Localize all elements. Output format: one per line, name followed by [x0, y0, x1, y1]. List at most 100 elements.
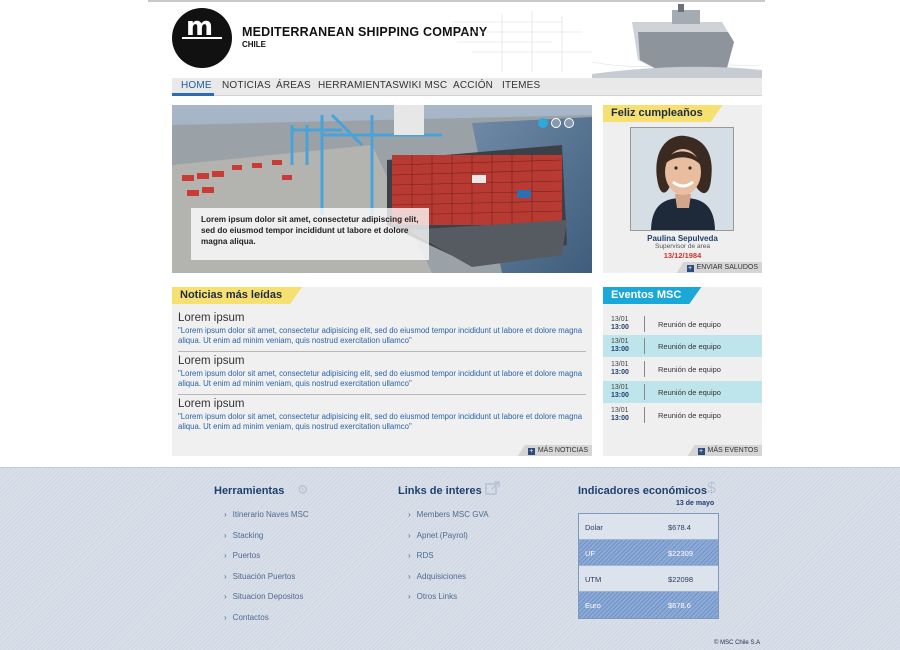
news-item-text: "Lorem ipsum dolor sit amet, consectetur…	[178, 369, 583, 388]
main-nav: HOME NOTICIAS ÁREAS HERRAMIENTAS WIKI MS…	[172, 78, 762, 96]
nav-itemes[interactable]: ITEMES	[502, 80, 540, 91]
indicator-row: UTM $22098	[579, 566, 718, 592]
nav-herramientas[interactable]: HERRAMIENTAS	[318, 80, 399, 91]
event-date: 13/01 13:00	[611, 316, 629, 331]
nav-wiki[interactable]: WIKI MSC	[399, 80, 447, 91]
hero-slider[interactable]: Lorem ipsum dolor sit amet, consectetur …	[172, 105, 592, 273]
more-news-label: MÁS NOTICIAS	[537, 447, 588, 454]
indicator-value: $678.6	[668, 601, 691, 610]
news-item-text: "Lorem ipsum dolor sit amet, consectetur…	[178, 326, 583, 345]
slider-dot-2[interactable]	[551, 118, 561, 128]
slider-dots	[535, 115, 574, 133]
event-title: Reunión de equipo	[658, 320, 721, 329]
indicator-value: $22309	[668, 549, 694, 558]
event-title: Reunión de equipo	[658, 365, 721, 374]
more-events-label: MÁS EVENTOS	[707, 447, 758, 454]
main-container: m MEDITERRANEAN SHIPPING COMPANY CHILE H…	[172, 0, 762, 467]
news-item-title[interactable]: Lorem ipsum	[178, 398, 586, 410]
ship-illustration	[442, 2, 762, 78]
news-panel: Noticias más leídas Lorem ipsum "Lorem i…	[172, 287, 592, 456]
tools-link[interactable]: Puertos	[224, 551, 261, 560]
send-greetings-button[interactable]: + ENVIAR SALUDOS	[676, 262, 762, 273]
event-row[interactable]: 13/01 13:00 Reunión de equipo	[603, 358, 762, 380]
event-date: 13/01 13:00	[611, 407, 629, 422]
more-events-button[interactable]: + MÁS EVENTOS	[687, 445, 762, 456]
plus-icon: +	[686, 265, 694, 272]
indicators-date: 13 de mayo	[676, 500, 715, 507]
event-date: 13/01 13:00	[611, 361, 629, 376]
interest-link[interactable]: Otros Links	[408, 592, 457, 601]
news-item[interactable]: Lorem ipsum "Lorem ipsum dolor sit amet,…	[178, 398, 586, 432]
nav-areas[interactable]: ÁREAS	[276, 80, 311, 91]
event-row[interactable]: 13/01 13:00 Reunión de equipo	[603, 381, 762, 403]
tools-link[interactable]: Situación Puertos	[224, 572, 296, 581]
copyright: © MSC Chile S.A	[714, 640, 761, 646]
indicator-name: Dolar	[585, 523, 603, 532]
divider	[644, 407, 645, 423]
news-title: Noticias más leídas	[172, 287, 302, 304]
tools-link[interactable]: Itinerario Naves MSC	[224, 510, 309, 519]
tools-title: Herramientas	[214, 485, 285, 497]
nav-home[interactable]: HOME	[181, 80, 212, 91]
event-title: Reunión de equipo	[658, 388, 721, 397]
event-row[interactable]: 13/01 13:00 Reunión de equipo	[603, 404, 762, 426]
interest-link[interactable]: Apnet (Payrol)	[408, 531, 468, 540]
slider-dot-1[interactable]	[538, 118, 548, 128]
plus-icon: +	[697, 448, 705, 455]
tools-link[interactable]: Stacking	[224, 531, 264, 540]
slider-dot-3[interactable]	[564, 118, 574, 128]
news-item-title[interactable]: Lorem ipsum	[178, 355, 586, 367]
interest-link[interactable]: RDS	[408, 551, 434, 560]
tools-link[interactable]: Contactos	[224, 613, 269, 622]
news-item-text: "Lorem ipsum dolor sit amet, consectetur…	[178, 412, 583, 431]
indicator-row: Euro $678.6	[579, 592, 718, 618]
dollar-icon: $	[707, 480, 716, 497]
site-footer: Herramientas ⚙ Itinerario Naves MSC Stac…	[0, 467, 900, 650]
birthday-role: Supervisor de area	[655, 243, 710, 250]
news-item[interactable]: Lorem ipsum "Lorem ipsum dolor sit amet,…	[178, 355, 586, 389]
birthday-date: 13/12/1984	[663, 251, 702, 260]
birthday-photo	[630, 127, 734, 231]
interest-link[interactable]: Adquisiciones	[408, 572, 466, 581]
divider	[178, 394, 586, 395]
event-title: Reunión de equipo	[658, 411, 721, 420]
event-row[interactable]: 13/01 13:00 Reunión de equipo	[603, 313, 762, 335]
events-title: Eventos MSC	[603, 287, 701, 304]
send-greetings-label: ENVIAR SALUDOS	[696, 264, 758, 271]
birthday-panel: Feliz cumpleaños Paulina Sepulveda Super…	[603, 105, 762, 273]
divider	[178, 351, 586, 352]
more-news-button[interactable]: + MÁS NOTICIAS	[517, 445, 592, 456]
nav-accion[interactable]: ACCIÓN	[453, 80, 493, 91]
tools-link[interactable]: Situacion Depositos	[224, 592, 304, 601]
indicator-value: $22098	[668, 575, 694, 584]
indicators-table: Dolar $678.4 UF $22309 UTM $22098 Euro $…	[578, 513, 719, 619]
divider	[644, 338, 645, 354]
indicator-row: Dolar $678.4	[579, 514, 718, 540]
links-title: Links de interes	[398, 485, 482, 497]
divider	[644, 361, 645, 377]
event-date: 13/01 13:00	[611, 384, 629, 399]
site-header: m MEDITERRANEAN SHIPPING COMPANY CHILE	[172, 2, 762, 78]
event-date: 13/01 13:00	[611, 338, 629, 353]
indicator-name: Euro	[585, 601, 601, 610]
msc-logo[interactable]: m	[172, 8, 232, 68]
events-panel: Eventos MSC 13/01 13:00 Reunión de equipo…	[603, 287, 762, 456]
company-country: CHILE	[242, 40, 266, 49]
birthday-name: Paulina Sepulveda	[647, 234, 718, 243]
event-title: Reunión de equipo	[658, 342, 721, 351]
interest-link[interactable]: Members MSC GVA	[408, 510, 489, 519]
event-row[interactable]: 13/01 13:00 Reunión de equipo	[603, 335, 762, 357]
news-item[interactable]: Lorem ipsum "Lorem ipsum dolor sit amet,…	[178, 312, 586, 346]
indicator-row: UF $22309	[579, 540, 718, 566]
indicator-value: $678.4	[668, 523, 691, 532]
birthday-title: Feliz cumpleaños	[603, 105, 723, 122]
slider-caption: Lorem ipsum dolor sit amet, consectetur …	[191, 208, 429, 260]
nav-noticias[interactable]: NOTICIAS	[222, 80, 271, 91]
divider	[644, 316, 645, 332]
news-item-title[interactable]: Lorem ipsum	[178, 312, 586, 324]
gear-icon: ⚙	[297, 482, 309, 497]
indicator-name: UF	[585, 549, 595, 558]
external-link-icon	[485, 481, 500, 499]
plus-icon: +	[527, 448, 535, 455]
nav-active-indicator	[172, 93, 214, 96]
